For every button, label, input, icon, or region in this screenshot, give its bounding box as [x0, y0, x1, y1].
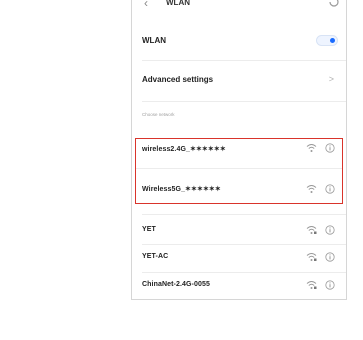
wlan-toggle-switch[interactable] [316, 35, 338, 46]
network-name: Wireless5G_✶✶✶✶✶✶ [142, 186, 221, 193]
divider [136, 168, 342, 169]
toggle-knob [330, 38, 335, 43]
network-item[interactable]: ChinaNet-2.4G-0055 [132, 272, 346, 299]
network-item[interactable]: YET [132, 214, 346, 244]
wlan-toggle-row[interactable]: WLAN [132, 24, 346, 56]
refresh-icon[interactable] [328, 0, 340, 8]
page-title: WLAN [166, 0, 190, 7]
info-icon[interactable] [325, 280, 335, 290]
wifi-locked-icon [306, 253, 317, 261]
section-label: Choose network [142, 112, 175, 117]
network-name: ChinaNet-2.4G-0055 [142, 281, 210, 288]
info-icon[interactable] [325, 143, 335, 153]
info-icon[interactable] [325, 252, 335, 262]
wifi-full-icon [306, 144, 317, 152]
info-icon[interactable] [325, 184, 335, 194]
network-name: wireless2.4G_✶✶✶✶✶✶ [142, 146, 226, 153]
network-name: YET-AC [142, 253, 169, 260]
advanced-settings-label: Advanced settings [142, 75, 214, 84]
divider [142, 101, 346, 102]
network-item[interactable]: wireless2.4G_✶✶✶✶✶✶ [132, 138, 346, 170]
network-item[interactable]: Wireless5G_✶✶✶✶✶✶ [132, 172, 346, 204]
network-name: YET [142, 226, 156, 233]
wifi-locked-icon [306, 281, 317, 289]
wlan-settings-screen: ‹ WLAN WLAN Advanced settings > Choose n… [131, 0, 347, 300]
header-bar: ‹ WLAN [132, 0, 346, 14]
divider [142, 60, 346, 61]
chevron-left-icon[interactable]: ‹ [144, 0, 148, 10]
wifi-full-icon [306, 185, 317, 193]
chevron-right-icon: > [328, 74, 334, 84]
wlan-label: WLAN [142, 36, 166, 45]
advanced-settings-row[interactable]: Advanced settings > [132, 62, 346, 100]
info-icon[interactable] [325, 225, 335, 235]
wifi-locked-icon [306, 226, 317, 234]
network-item[interactable]: YET-AC [132, 244, 346, 272]
